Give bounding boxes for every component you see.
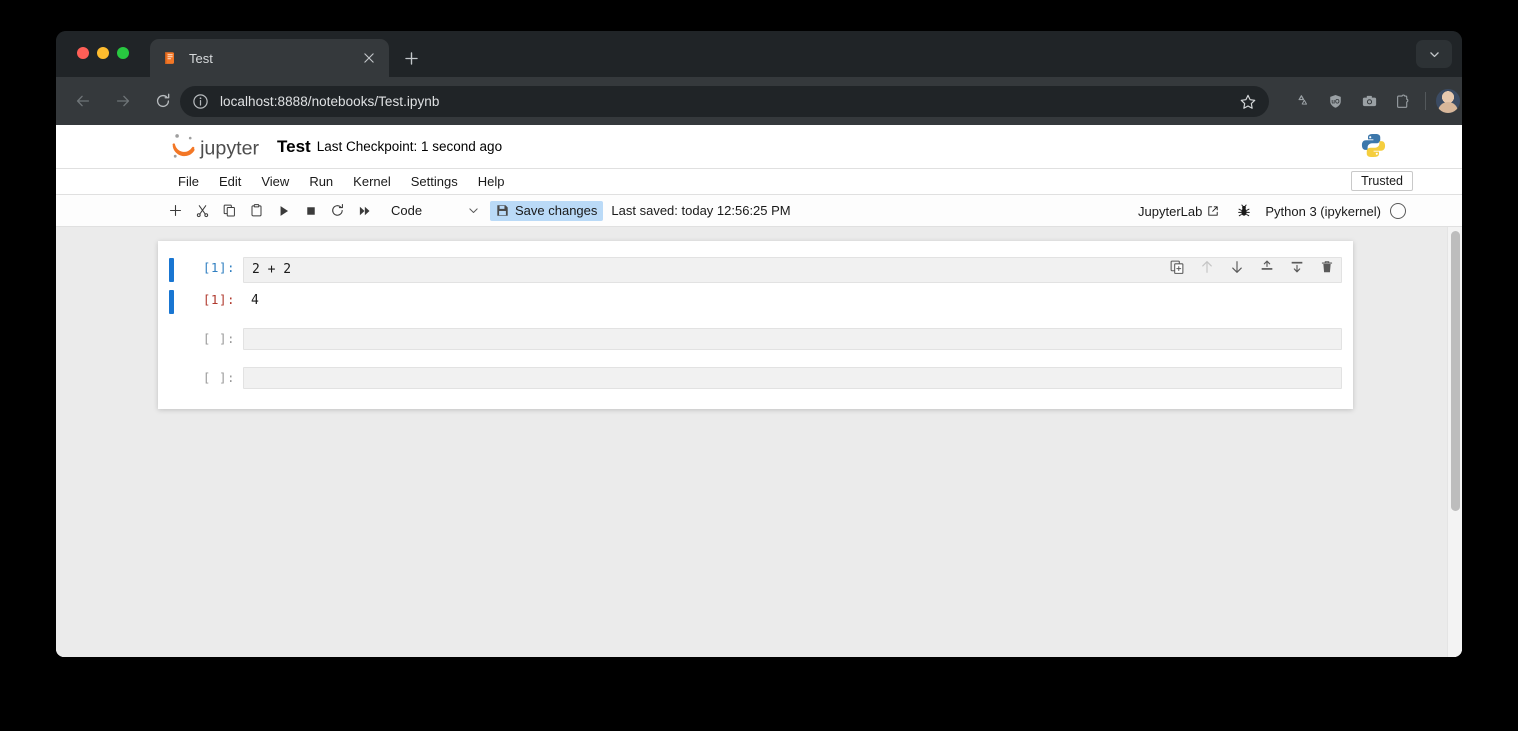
- kernel-name-label: Python 3 (ipykernel): [1265, 203, 1381, 219]
- notebook-toolbar: Code Save changes Last saved: today 12:5…: [56, 195, 1462, 227]
- menu-help[interactable]: Help: [468, 171, 515, 192]
- browser-tab-strip: Test: [56, 31, 1462, 77]
- restart-run-all-icon[interactable]: [351, 199, 378, 223]
- cell-type-value: Code: [391, 203, 423, 218]
- reload-icon[interactable]: [148, 86, 178, 116]
- menu-edit[interactable]: Edit: [209, 171, 251, 192]
- maximize-window-button[interactable]: [117, 47, 129, 59]
- notebook-cell-code[interactable]: [ ]:: [158, 318, 1353, 357]
- bug-icon[interactable]: [1233, 200, 1255, 222]
- delete-cell-icon[interactable]: [1318, 258, 1335, 275]
- menu-bar: File Edit View Run Kernel Settings Help …: [56, 168, 1462, 195]
- cut-icon[interactable]: [189, 199, 216, 223]
- vertical-scrollbar[interactable]: [1447, 227, 1462, 657]
- svg-text:jupyter: jupyter: [199, 137, 259, 159]
- menu-run[interactable]: Run: [299, 171, 343, 192]
- cell-selection-bar: [169, 290, 174, 314]
- cell-input-editor[interactable]: [243, 367, 1342, 389]
- run-icon[interactable]: [270, 199, 297, 223]
- close-window-button[interactable]: [77, 47, 89, 59]
- notebook-name[interactable]: Test: [277, 137, 311, 157]
- new-tab-button[interactable]: [400, 47, 422, 69]
- jupyter-header: jupyter Test Last Checkpoint: 1 second a…: [56, 125, 1462, 168]
- menu-kernel[interactable]: Kernel: [343, 171, 401, 192]
- menu-file[interactable]: File: [168, 171, 209, 192]
- forward-arrow-icon[interactable]: [108, 86, 138, 116]
- cell-input-editor[interactable]: [243, 328, 1342, 350]
- last-checkpoint-label: Last Checkpoint: 1 second ago: [316, 139, 503, 154]
- move-cell-up-icon[interactable]: [1198, 258, 1215, 275]
- address-bar[interactable]: localhost:8888/notebooks/Test.ipynb: [180, 86, 1269, 117]
- jupyterlab-label: JupyterLab: [1138, 203, 1203, 219]
- menu-settings[interactable]: Settings: [401, 171, 468, 192]
- recycle-icon[interactable]: [1284, 84, 1318, 118]
- browser-window: Test localhost:8888/notebooks/Test.ipynb…: [56, 31, 1462, 657]
- toolbar-divider: [1425, 92, 1426, 110]
- duplicate-cell-icon[interactable]: [1168, 258, 1185, 275]
- menu-view[interactable]: View: [251, 171, 299, 192]
- insert-cell-below-icon[interactable]: [1288, 258, 1305, 275]
- kernel-status-idle-icon[interactable]: [1390, 203, 1406, 219]
- floppy-disk-icon: [496, 204, 509, 217]
- cell-selection-bar: [169, 258, 174, 282]
- jupyter-logo[interactable]: jupyter: [168, 132, 264, 162]
- minimize-window-button[interactable]: [97, 47, 109, 59]
- notebook-cell-output[interactable]: [1]: 4: [158, 286, 1353, 318]
- external-link-icon: [1207, 205, 1219, 217]
- browser-tab-title: Test: [189, 50, 213, 66]
- jupyterlab-link[interactable]: JupyterLab: [1138, 204, 1219, 219]
- svg-text:uO: uO: [1331, 99, 1340, 105]
- last-saved-label: Last saved: today 12:56:25 PM: [611, 203, 791, 218]
- camera-icon[interactable]: [1352, 84, 1386, 118]
- save-changes-tooltip: Save changes: [490, 200, 604, 221]
- screen: Test localhost:8888/notebooks/Test.ipynb…: [0, 0, 1518, 731]
- notebook-cell-code[interactable]: [1]: 2 + 2: [158, 254, 1353, 286]
- back-arrow-icon[interactable]: [68, 86, 98, 116]
- chevron-down-icon: [467, 204, 480, 217]
- jupyter-book-icon: [162, 50, 178, 66]
- paste-icon[interactable]: [243, 199, 270, 223]
- save-changes-label: Save changes: [515, 203, 598, 218]
- cell-type-select[interactable]: Code: [390, 199, 482, 223]
- cell-action-toolbar: [1168, 258, 1335, 275]
- avatar[interactable]: [1431, 84, 1462, 118]
- copy-icon[interactable]: [216, 199, 243, 223]
- trusted-badge[interactable]: Trusted: [1351, 171, 1413, 191]
- notebook-panel: [1]: 2 + 2 [1]: 4 []: []:: [158, 241, 1353, 409]
- info-circle-icon[interactable]: [192, 93, 209, 110]
- window-traffic-lights: [77, 47, 129, 59]
- cell-prompt-input: [ ]:: [202, 370, 235, 385]
- move-cell-down-icon[interactable]: [1228, 258, 1245, 275]
- browser-toolbar: localhost:8888/notebooks/Test.ipynb uO: [56, 77, 1462, 125]
- close-icon[interactable]: [361, 50, 377, 66]
- toolbar-right-group: JupyterLab Python 3 (ipykernel): [1138, 195, 1406, 227]
- notebook-body: [1]: 2 + 2 [1]: 4 []: []:: [56, 227, 1462, 657]
- extensions-puzzle-icon[interactable]: [1386, 84, 1420, 118]
- ublock-shield-icon[interactable]: uO: [1318, 84, 1352, 118]
- page-content: jupyter Test Last Checkpoint: 1 second a…: [56, 125, 1462, 657]
- python-logo: [1360, 132, 1387, 159]
- restart-icon[interactable]: [324, 199, 351, 223]
- add-cell-icon[interactable]: [162, 199, 189, 223]
- insert-cell-above-icon[interactable]: [1258, 258, 1275, 275]
- chevron-down-icon[interactable]: [1416, 40, 1452, 68]
- browser-extension-icons: uO: [1284, 77, 1462, 125]
- notebook-cell-code[interactable]: [ ]:: [158, 357, 1353, 396]
- scrollbar-thumb[interactable]: [1451, 231, 1460, 511]
- cell-output-text: 4: [251, 293, 259, 308]
- browser-tab[interactable]: Test: [150, 39, 389, 77]
- bookmark-star-icon[interactable]: [1239, 93, 1257, 111]
- stop-icon[interactable]: [297, 199, 324, 223]
- cell-prompt-input: [ ]:: [202, 331, 235, 346]
- address-bar-url[interactable]: localhost:8888/notebooks/Test.ipynb: [220, 94, 1239, 109]
